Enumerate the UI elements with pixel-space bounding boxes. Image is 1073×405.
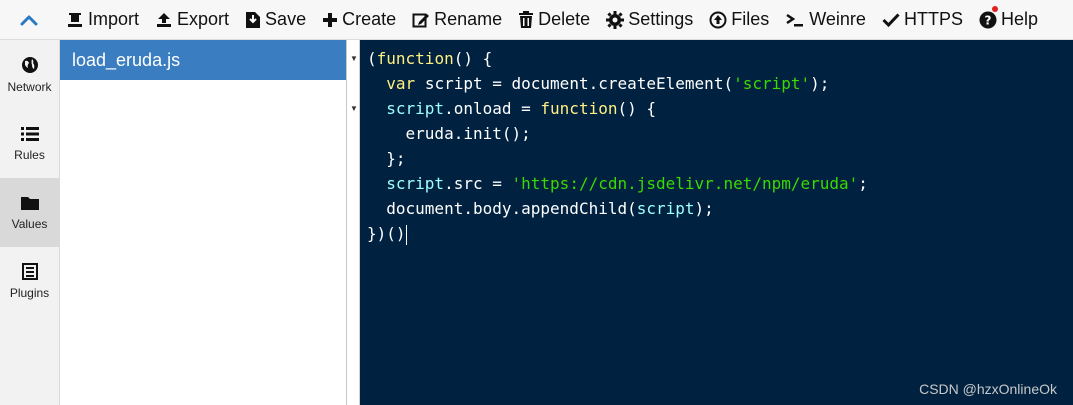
save-button[interactable]: Save [237,0,314,40]
upload-circle-icon [709,11,727,28]
settings-label: Settings [628,9,694,29]
folder-icon [20,196,39,210]
checkmark-icon [882,12,900,27]
import-icon [68,12,82,27]
edit-icon [412,13,430,27]
fold-arrow-icon[interactable]: ▼ [350,104,358,113]
save-label: Save [265,9,307,29]
values-file-list: load_eruda.js [60,40,347,405]
files-button[interactable]: Files [701,0,777,40]
svg-text:?: ? [984,13,991,27]
text-caret [405,224,407,245]
code-line: (function() { [367,49,493,68]
gear-icon [606,10,625,29]
import-label: Import [88,9,140,29]
nav-item-plugins[interactable]: Plugins [0,247,59,316]
code-line: })() [367,224,407,245]
trash-icon [519,10,534,28]
create-button[interactable]: Create [314,0,404,40]
rename-button[interactable]: Rename [404,0,510,40]
chevron-up-icon [20,15,38,25]
files-label: Files [731,9,770,29]
code-line: }; [367,149,406,168]
watermark: CSDN @hzxOnlineOk [919,381,1057,397]
nav-label-network: Network [7,79,52,94]
code-editor[interactable]: ▼ ▼ (function() { var script = document.… [347,40,1073,405]
export-button[interactable]: Export [147,0,237,40]
code-line: var script = document.createElement('scr… [386,74,830,93]
code-line: eruda.init(); [405,124,531,143]
fold-arrow-icon[interactable]: ▼ [350,54,358,63]
create-label: Create [342,9,397,29]
code-line: script.onload = function() { [386,99,656,118]
nav-label-values: Values [11,216,48,231]
globe-icon [21,56,38,73]
help-label: Help [1000,9,1038,29]
toolbar: Import Export Save Create Rename Delete … [0,0,1073,40]
import-button[interactable]: Import [58,0,147,40]
left-navigation: Network Rules Values Plugins [0,40,60,405]
code-line: script.src = 'https://cdn.jsdelivr.net/n… [386,174,868,193]
export-icon [157,12,172,27]
nav-label-rules: Rules [14,147,45,162]
delete-button[interactable]: Delete [510,0,598,40]
fold-gutter: ▼ ▼ [347,40,360,405]
nav-item-rules[interactable]: Rules [0,109,59,178]
save-file-icon [246,11,261,28]
code-content[interactable]: (function() { var script = document.crea… [367,46,868,246]
https-button[interactable]: HTTPS [874,0,971,40]
delete-label: Delete [538,9,591,29]
question-circle-icon: ? [979,11,997,28]
code-line: document.body.appendChild(script); [386,199,714,218]
terminal-icon [786,13,804,26]
nav-item-values[interactable]: Values [0,178,59,247]
list-icon [20,126,39,141]
file-name: load_eruda.js [72,49,181,70]
nav-label-plugins: Plugins [9,286,50,300]
collapse-button[interactable] [0,0,58,40]
settings-button[interactable]: Settings [598,0,701,40]
rename-label: Rename [434,9,503,29]
export-label: Export [177,9,230,29]
help-button[interactable]: ? Help [971,0,1046,40]
plugins-icon [21,263,38,280]
weinre-label: Weinre [809,9,866,29]
plus-icon [323,12,338,27]
list-item[interactable]: load_eruda.js [60,40,346,80]
notification-dot [991,5,998,12]
https-label: HTTPS [903,9,963,29]
nav-item-network[interactable]: Network [0,40,59,109]
weinre-button[interactable]: Weinre [777,0,874,40]
